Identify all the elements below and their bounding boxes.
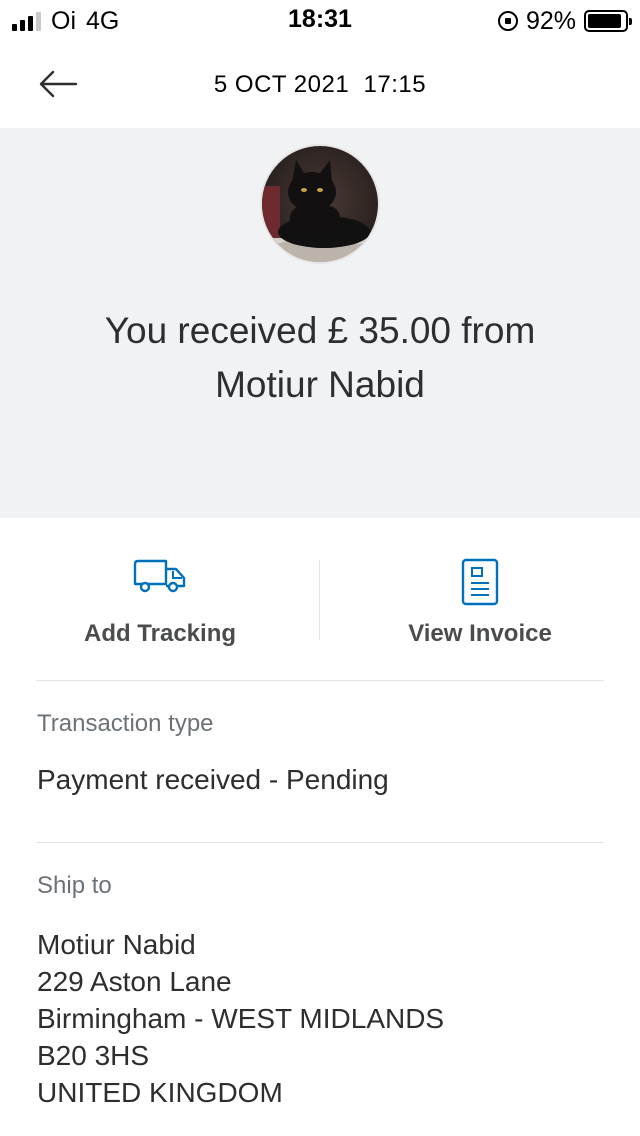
view-invoice-label: View Invoice xyxy=(408,620,552,647)
add-tracking-label: Add Tracking xyxy=(83,620,237,647)
add-tracking-button[interactable]: Add Tracking xyxy=(0,518,320,680)
transaction-time: 17:15 xyxy=(363,71,427,98)
address-line: UNITED KINGDOM xyxy=(37,1077,283,1108)
address-line: Birmingham - WEST MIDLANDS xyxy=(37,1003,445,1034)
truck-icon xyxy=(133,559,186,593)
status-right: 92% xyxy=(497,6,632,36)
headline-line-2: Motiur Nabid xyxy=(215,364,425,405)
ship-to-label: Ship to xyxy=(37,872,112,899)
address-line: B20 3HS xyxy=(37,1040,150,1071)
battery-percent: 92% xyxy=(525,6,576,35)
transaction-summary: You received £ 35.00 from Motiur Nabid xyxy=(0,128,640,518)
payment-headline: You received £ 35.00 from Motiur Nabid xyxy=(40,304,600,412)
status-bar: Oi 4G 18:31 92% xyxy=(0,0,640,40)
transaction-date: 5 OCT 2021 xyxy=(213,71,350,98)
transaction-type-label: Transaction type xyxy=(37,710,214,737)
rotation-lock-icon xyxy=(497,11,518,31)
battery-icon xyxy=(584,10,632,32)
shipping-address: Motiur Nabid 229 Aston Lane Birmingham -… xyxy=(37,926,444,1111)
avatar xyxy=(260,144,380,264)
view-invoice-button[interactable]: View Invoice xyxy=(320,518,640,680)
headline-line-1: You received £ 35.00 from xyxy=(104,310,536,351)
transaction-datetime: 5 OCT 2021 17:15 xyxy=(0,71,640,99)
top-nav: 5 OCT 2021 17:15 xyxy=(0,40,640,128)
action-row: Add Tracking View Invoice xyxy=(0,518,640,680)
avatar-photo xyxy=(262,146,378,262)
address-line: 229 Aston Lane xyxy=(37,966,232,997)
invoice-icon xyxy=(461,558,499,606)
transaction-type-value: Payment received - Pending xyxy=(37,764,389,795)
section-divider xyxy=(36,680,604,681)
address-line: Motiur Nabid xyxy=(37,929,196,960)
battery-fill xyxy=(588,14,622,28)
section-divider xyxy=(36,842,604,843)
